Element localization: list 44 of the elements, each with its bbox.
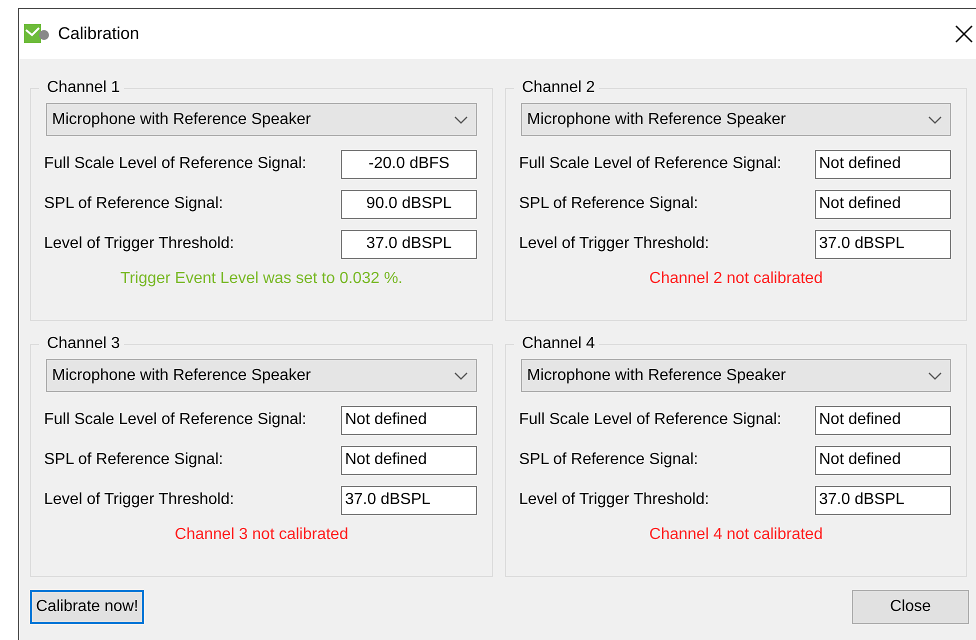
group-title: Channel 1 xyxy=(46,79,121,97)
field-label: Level of Trigger Threshold: xyxy=(519,491,710,509)
chevron-down-icon xyxy=(928,372,942,380)
status-message: Channel 4 not calibrated xyxy=(648,526,824,544)
field-label: Full Scale Level of Reference Signal: xyxy=(44,411,306,429)
value-field[interactable]: Not defined xyxy=(341,446,477,474)
close-button[interactable]: Close xyxy=(852,590,969,624)
field-label: Level of Trigger Threshold: xyxy=(44,235,234,253)
group-title: Channel 2 xyxy=(521,79,596,97)
app-icon xyxy=(24,23,50,45)
value-field[interactable]: 37.0 dBSPL xyxy=(815,230,951,258)
value-field[interactable]: Not defined xyxy=(815,446,951,474)
field-label: SPL of Reference Signal: xyxy=(519,195,698,213)
value-field[interactable]: 90.0 dBSPL xyxy=(341,190,477,218)
chevron-down-icon xyxy=(454,372,468,380)
field-label: SPL of Reference Signal: xyxy=(44,451,224,469)
value-field[interactable]: 37.0 dBSPL xyxy=(341,486,477,514)
field-label: Level of Trigger Threshold: xyxy=(44,491,234,509)
group-title: Channel 4 xyxy=(521,335,596,353)
value-field[interactable]: Not defined xyxy=(341,406,477,434)
source-dropdown[interactable]: Microphone with Reference Speaker xyxy=(46,359,477,392)
group-title: Channel 3 xyxy=(46,335,121,353)
status-message: Channel 2 not calibrated xyxy=(648,270,824,288)
source-dropdown[interactable]: Microphone with Reference Speaker xyxy=(521,359,951,392)
value-field[interactable]: 37.0 dBSPL xyxy=(815,486,951,514)
field-label: Full Scale Level of Reference Signal: xyxy=(519,155,782,173)
value-field[interactable]: 37.0 dBSPL xyxy=(341,230,477,258)
status-message: Trigger Event Level was set to 0.032 %. xyxy=(119,270,404,288)
value-field[interactable]: Not defined xyxy=(815,406,951,434)
value-field[interactable]: -20.0 dBFS xyxy=(341,150,477,178)
calibrate-button[interactable]: Calibrate now! xyxy=(30,590,144,624)
source-dropdown[interactable]: Microphone with Reference Speaker xyxy=(521,103,951,136)
field-label: Full Scale Level of Reference Signal: xyxy=(44,155,306,173)
field-label: SPL of Reference Signal: xyxy=(519,451,698,469)
field-label: Full Scale Level of Reference Signal: xyxy=(519,411,782,429)
value-field[interactable]: Not defined xyxy=(815,150,951,178)
field-label: Level of Trigger Threshold: xyxy=(519,235,710,253)
value-field[interactable]: Not defined xyxy=(815,190,951,218)
field-label: SPL of Reference Signal: xyxy=(44,195,224,213)
status-message: Channel 3 not calibrated xyxy=(174,526,350,544)
chevron-down-icon xyxy=(928,116,942,124)
chevron-down-icon xyxy=(454,116,468,124)
window-title: Calibration xyxy=(58,24,140,44)
source-dropdown[interactable]: Microphone with Reference Speaker xyxy=(46,103,477,136)
